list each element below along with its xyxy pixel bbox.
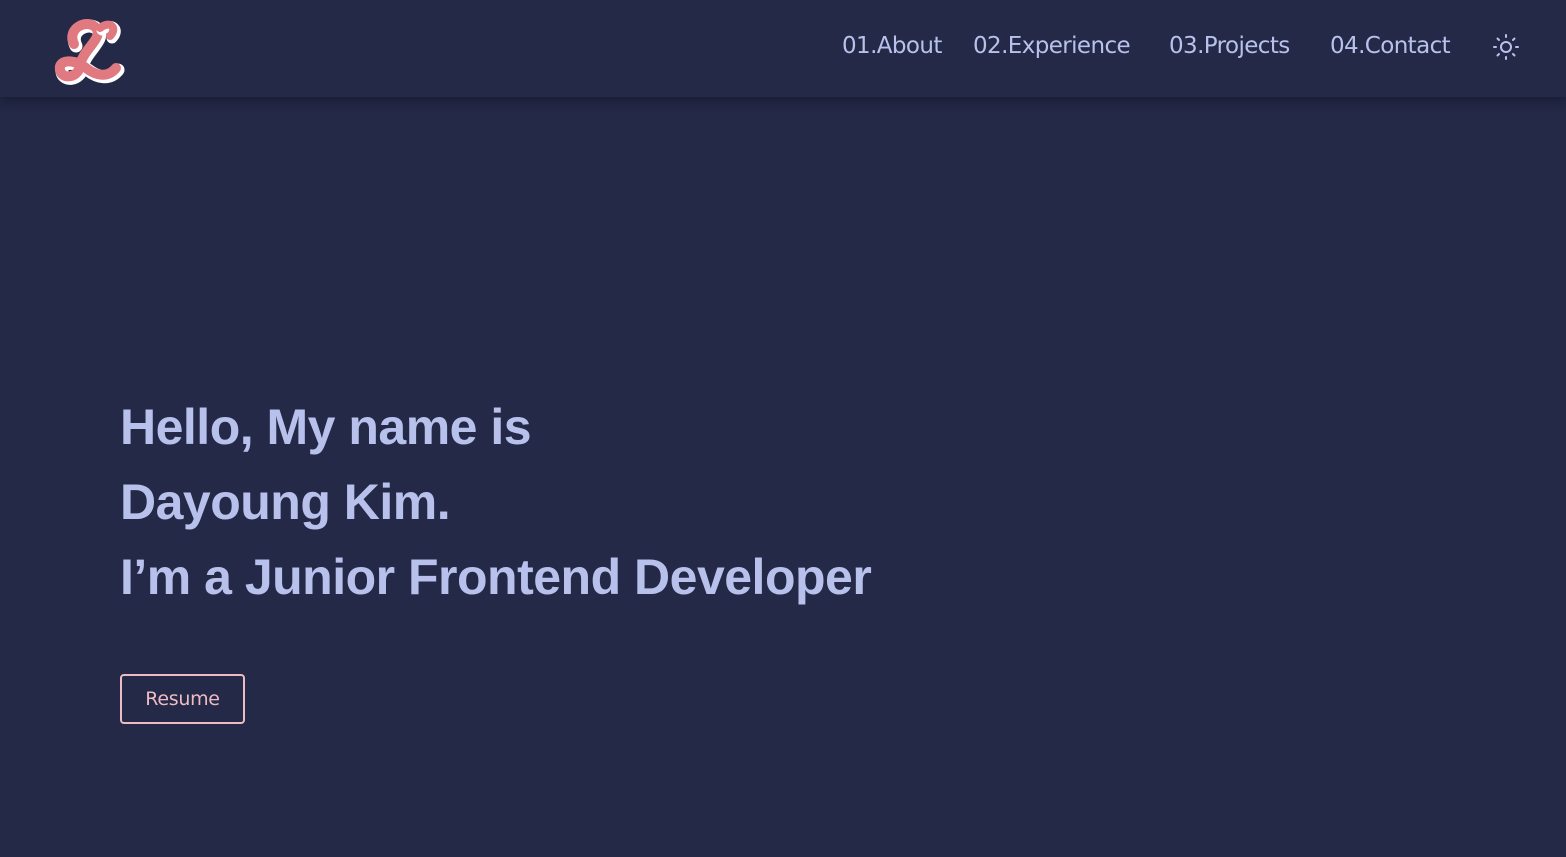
hero-greeting: Hello, My name is (120, 399, 532, 455)
theme-toggle-button[interactable] (1490, 32, 1522, 64)
nav-link-about[interactable]: 01.About (842, 31, 942, 61)
site-header: 01.About 02.Experience 03.Projects 04.Co… (0, 0, 1566, 97)
nav-link-contact[interactable]: 04.Contact (1330, 31, 1451, 61)
hero-heading: Hello, My name is Dayoung Kim. I’m a Jun… (120, 390, 872, 615)
logo-icon[interactable] (52, 14, 126, 88)
resume-button[interactable]: Resume (120, 674, 245, 724)
cursive-l-logo-svg (54, 19, 125, 85)
nav-link-experience[interactable]: 02.Experience (973, 31, 1131, 61)
sun-icon (1493, 34, 1519, 60)
hero-role: I’m a Junior Frontend Developer (120, 549, 872, 605)
nav-link-projects[interactable]: 03.Projects (1169, 31, 1290, 61)
hero-name: Dayoung Kim. (120, 474, 451, 530)
